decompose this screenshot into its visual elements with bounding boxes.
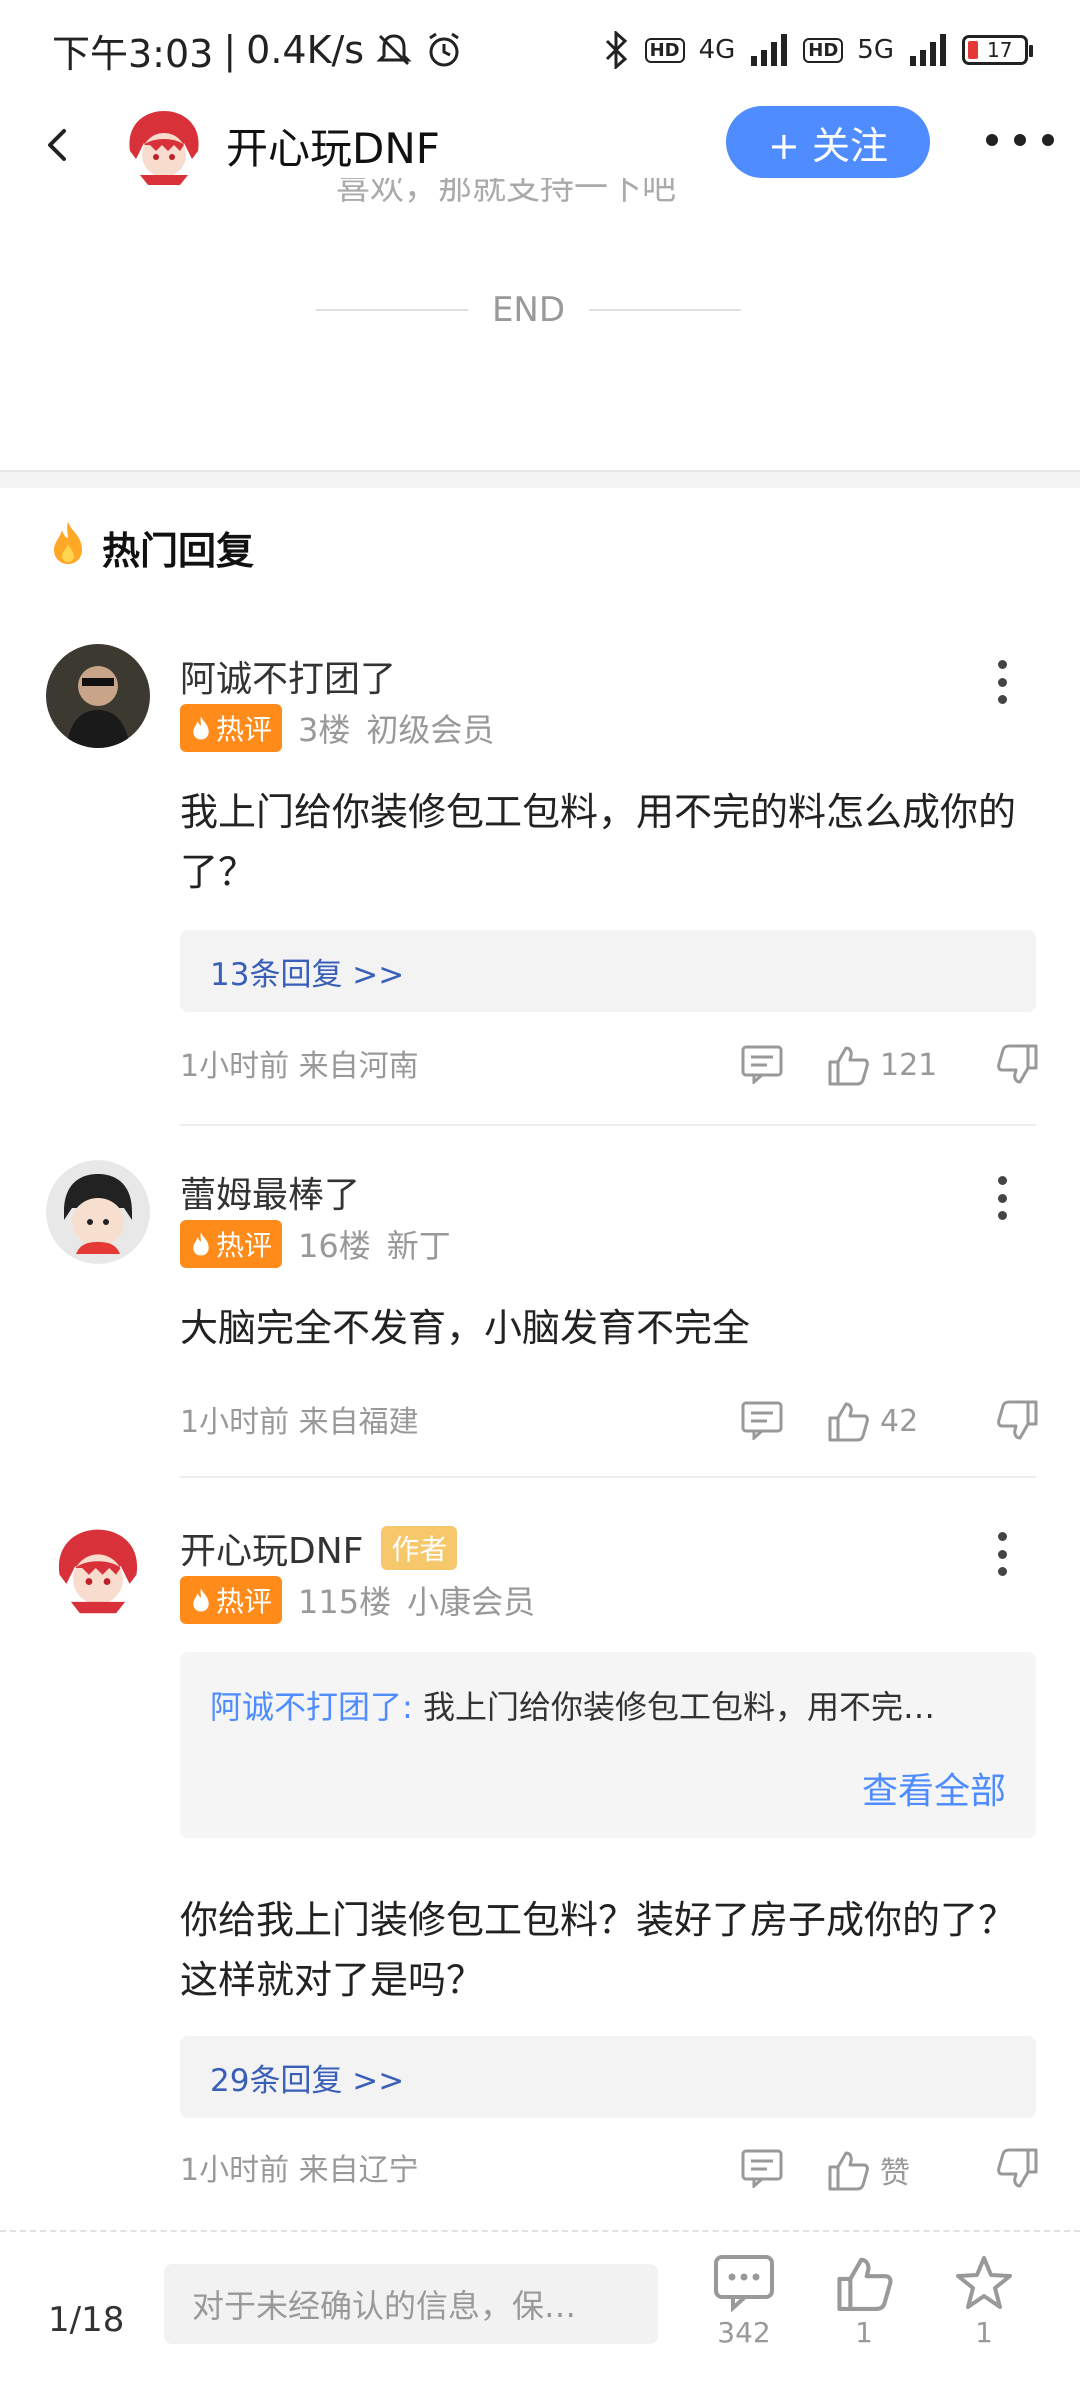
hot-replies-title: 热门回复 [102,529,255,573]
comments-button[interactable]: 342 [704,2254,784,2349]
commenter-name-row: 蕾姆最棒了 [180,1166,360,1218]
commenter-name[interactable]: 阿诚不打团了 [180,650,396,702]
comment-meta: 热评 16楼 新丁 [180,1220,451,1268]
status-time: 下午3:03 [52,31,214,76]
commenter-name-row: 阿诚不打团了 [180,650,396,702]
comment-floor: 3楼 [298,711,351,749]
article-end-marker: END [316,290,742,330]
author-badge: 作者 [381,1526,458,1570]
comment-time-location: 1小时前 来自河南 [180,1049,419,1084]
hd-icon-2: HD [803,37,844,63]
comment-footer: 1小时前 来自辽宁 赞 [180,2142,1040,2192]
hd-icon: HD [644,37,685,63]
comment-separator [180,1124,1036,1126]
hot-comment-badge: 热评 [180,704,283,752]
comments-count: 342 [717,2316,771,2349]
commenter-avatar[interactable] [46,644,150,748]
battery-icon: 17 [962,35,1033,65]
quoted-comment-line: 阿诚不打团了: 我上门给你装修包工包料，用不完… [210,1682,1020,1728]
reply-icon[interactable] [740,1400,784,1440]
comment-separator [180,1476,1036,1478]
like-count: 121 [880,1047,938,1083]
comment-text: 大脑完全不发育，小脑发育不完全 [180,1306,751,1350]
end-line-right [589,309,742,311]
signal-icon-2 [908,34,948,66]
hot-comment-badge: 热评 [180,1220,283,1268]
network-speed: 0.4K/s [246,28,365,72]
battery-level: 17 [987,38,1013,62]
network-5g-label: 5G [857,35,894,65]
comment-floor: 16楼 [298,1227,371,1265]
comment-meta: 热评 115楼 小康会员 [180,1576,535,1624]
page-indicator[interactable]: 1/18 [48,2300,124,2340]
commenter-name-row: 开心玩DNF 作者 [180,1522,458,1574]
like-count: 42 [880,1403,919,1439]
like-label: 赞 [880,2156,910,2191]
quoted-text: 我上门给你装修包工包料，用不完… [422,1688,935,1726]
like-button[interactable]: 赞 [826,2148,910,2192]
alarm-icon [424,30,464,70]
header-title: 开心玩DNF [226,123,440,173]
network-4g-label: 4G [698,35,736,65]
quoted-user[interactable]: 阿诚不打团了: [210,1688,413,1726]
end-line-left [316,309,468,311]
member-level: 新丁 [386,1227,451,1265]
article-tail-text: 喜欢，那就支持一下吧 [336,178,676,208]
more-options-icon[interactable] [986,120,1054,160]
commenter-name[interactable]: 开心玩DNF [180,1522,363,1574]
commenter-avatar[interactable] [46,1160,150,1264]
dislike-button[interactable] [996,1044,1040,1086]
comment-menu-icon[interactable] [994,1176,1010,1220]
member-level: 小康会员 [407,1583,536,1621]
comment-text: 你给我上门装修包工包料？装好了房子成你的了？这样就对了是吗？ [180,1898,1017,2002]
top-nav: 开心玩DNF + 关注 [0,99,1080,191]
favorite-button[interactable]: 1 [944,2254,1024,2349]
status-separator: | [223,28,237,72]
fire-icon [48,520,88,575]
like-button[interactable]: 121 [826,1044,937,1086]
comment-floor: 115楼 [298,1583,392,1621]
comment-footer: 1小时前 来自河南 121 [180,1038,1040,1088]
section-divider [0,470,1080,488]
reply-icon[interactable] [740,2148,784,2188]
comment-footer: 1小时前 来自福建 42 [180,1394,1040,1444]
status-bar: 下午3:03 | 0.4K/s HD 4G HD 5G 17 [0,0,1080,100]
comment-input[interactable]: 对于未经确认的信息，保… [164,2264,658,2344]
quoted-comment[interactable]: 阿诚不打团了: 我上门给你装修包工包料，用不完… 查看全部 [180,1652,1036,1838]
member-level: 初级会员 [366,711,495,749]
commenter-name[interactable]: 蕾姆最棒了 [180,1166,360,1218]
hot-replies-header: 热门回复 [48,520,254,575]
bottom-action-bar: 1/18 对于未经确认的信息，保… 342 1 1 [0,2230,1080,2400]
view-replies-link[interactable]: 29条回复 >> [180,2036,1036,2118]
post-likes-count: 1 [855,2316,873,2349]
hot-comment-badge: 热评 [180,1576,283,1624]
favorites-count: 1 [975,2316,993,2349]
comment-meta: 热评 3楼 初级会员 [180,704,494,752]
commenter-avatar[interactable] [46,1516,150,1620]
signal-icon [749,34,789,66]
view-all-link[interactable]: 查看全部 [862,1762,1006,1814]
comment-menu-icon[interactable] [994,660,1010,704]
author-avatar[interactable] [118,99,210,191]
like-button[interactable]: 42 [826,1400,918,1442]
end-label: END [491,290,566,330]
comment-text: 我上门给你装修包工包料，用不完的料怎么成你的了？ [180,790,1017,894]
dislike-button[interactable] [996,1400,1040,1442]
like-post-button[interactable]: 1 [824,2254,904,2349]
back-icon[interactable] [38,125,78,165]
comment-time-location: 1小时前 来自辽宁 [180,2153,419,2188]
reply-icon[interactable] [740,1044,784,1084]
mute-icon [374,30,414,70]
dislike-button[interactable] [996,2148,1040,2190]
comment-menu-icon[interactable] [994,1532,1010,1576]
comment-time-location: 1小时前 来自福建 [180,1405,419,1440]
bluetooth-icon [601,31,631,69]
view-replies-link[interactable]: 13条回复 >> [180,930,1036,1012]
follow-button[interactable]: + 关注 [726,106,930,178]
